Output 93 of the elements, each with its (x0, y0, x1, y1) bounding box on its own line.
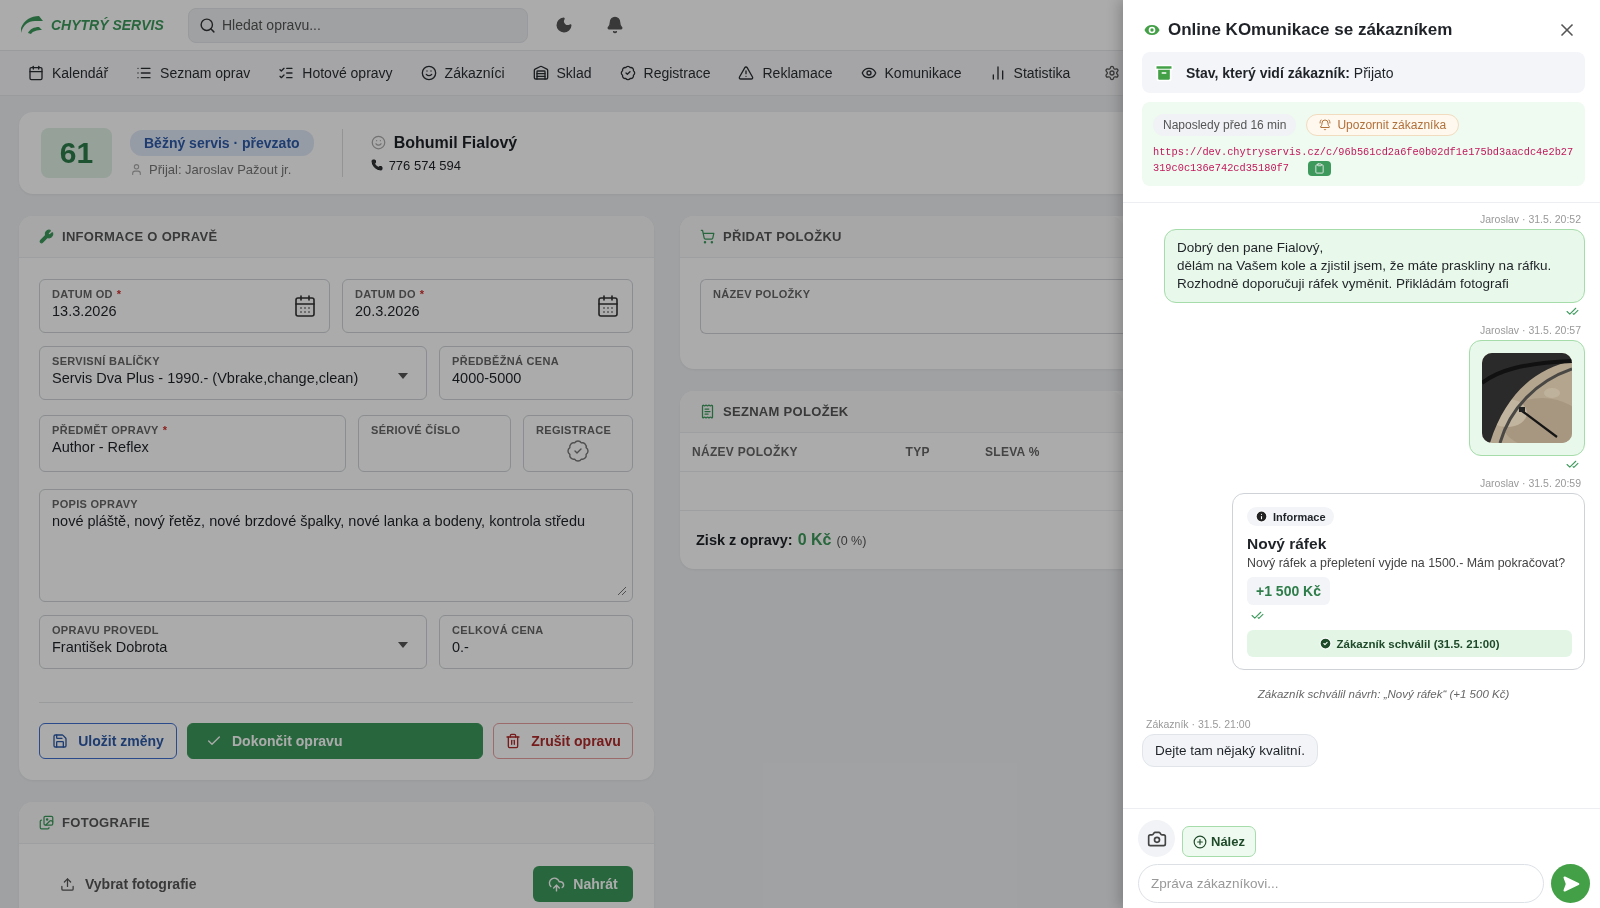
search-icon (199, 16, 216, 34)
send-button[interactable] (1551, 864, 1590, 903)
eye-icon (860, 65, 877, 81)
nav-item[interactable]: Hotové opravy (278, 65, 393, 81)
checklist-icon (278, 65, 295, 81)
avatar-icon (370, 135, 386, 150)
smile-icon (420, 65, 437, 81)
badge-check-icon (565, 439, 591, 463)
approval-banner: Zákazník schválil (31.5. 21:00) (1247, 630, 1572, 657)
cancel-button[interactable]: Zrušit opravu (493, 723, 633, 759)
profit-value: 0 Kč (797, 531, 832, 549)
column-header: NÁZEV POLOŽKY (692, 445, 799, 459)
nav-item[interactable]: Seznam oprav (136, 65, 251, 81)
date-field[interactable]: DATUM DO * 20.3.2026 (342, 279, 633, 333)
notify-button[interactable]: Upozornit zákazníka (1306, 114, 1460, 136)
customer-status: Stav, který vidí zákazník: Přijato (1186, 64, 1394, 81)
nav-item[interactable]: Reklamace (738, 65, 833, 81)
message-meta: Zákazník · 31.5. 21:00 (1146, 718, 1251, 730)
phone-icon (370, 159, 383, 171)
nav-item[interactable]: Kalendář (28, 65, 109, 81)
drawer-title: Online KOmunikace se zákazníkem (1168, 20, 1453, 40)
text-field[interactable]: CELKOVÁ CENA 0.- (439, 615, 633, 669)
text-field[interactable]: SÉRIOVÉ ČÍSLO (358, 415, 511, 472)
caret-icon (398, 373, 408, 379)
list-icon (136, 65, 153, 81)
caret-icon (398, 642, 408, 648)
info-icon (1255, 510, 1268, 523)
warning-icon (738, 65, 755, 81)
warehouse-icon (532, 65, 549, 81)
save-icon (52, 733, 69, 749)
bell-icon (1319, 119, 1332, 131)
nav-item[interactable]: Registrace (619, 65, 711, 81)
phone-number[interactable]: 776 574 594 (388, 157, 461, 173)
message-meta: Jaroslav · 31.5. 20:52 (1480, 213, 1581, 225)
check-circle-icon (1319, 637, 1333, 650)
card-title: SEZNAM POLOŽEK (723, 404, 849, 419)
nav-item[interactable]: Sklad (532, 65, 592, 81)
last-seen-chip: Naposledy před 16 min (1153, 114, 1297, 136)
card-title: INFORMACE O OPRAVĚ (62, 229, 218, 244)
add-photo-button[interactable] (1138, 820, 1175, 857)
cart-icon (700, 229, 715, 244)
cloud-upload-icon (548, 875, 566, 893)
choose-photos-button[interactable]: Vybrat fotografie (54, 875, 203, 893)
order-number: 61 (41, 128, 112, 178)
customer-link[interactable]: https://dev.chytryservis.cz/c/96b561cd2a6fe0b02df1e175bd3aacdc4e2b27319c0c136e742cd35180f7 (1153, 144, 1575, 176)
system-message: Zákazník schválil návrh: „Nový ráfek“ (+1 500 Kč) (1257, 688, 1510, 700)
plus-circle-icon (1193, 834, 1207, 849)
message-meta: Jaroslav · 31.5. 20:57 (1480, 324, 1581, 336)
nav-item[interactable]: Statistika (989, 65, 1071, 81)
save-button[interactable]: Uložit změny (39, 723, 177, 759)
text-field[interactable]: PŘEDMĚT OPRAVY * Author - Reflex (39, 415, 346, 472)
select-field[interactable]: SERVISNÍ BALÍČKY Servis Dva Plus - 1990.- (Vbrake,change,clean) (39, 346, 427, 400)
logo-icon (19, 15, 45, 35)
text-field[interactable]: PŘEDBĚŽNÁ CENA 4000-5000 (439, 346, 633, 400)
profit-percent: (0 %) (836, 534, 867, 548)
resize-grip-icon[interactable] (617, 586, 626, 595)
select-field[interactable]: OPRAVU PROVEDL František Dobrota (39, 615, 427, 669)
message-bubble: Dobrý den pane Fialový, dělám na Vašem kole a zjistil jsem, že máte praskliny na ráfku. Rozhodně doporučuji ráfek vyměnit. Přikládám fotografi (1164, 229, 1585, 303)
received-by: Přijal: Jaroslav Pažout jr. (149, 161, 292, 177)
archive-icon (1154, 62, 1174, 83)
calendar-icon[interactable] (596, 294, 620, 318)
nav-item[interactable]: Komunikace (860, 65, 962, 81)
registration-field[interactable]: REGISTRACE (523, 415, 633, 472)
textarea-field[interactable]: POPIS OPRAVY nové pláště, nový řetěz, nové brzdové špalky, nové lanka a bodeny, kontrola středu (39, 489, 633, 602)
wrench-icon (39, 229, 54, 244)
proposal-title: Nový ráfek (1247, 535, 1327, 553)
proposal-text: Nový ráfek a přepletení vyjde na 1500.- Mám pokračovat? (1247, 556, 1566, 570)
customer-name[interactable]: Bohumil Fialový (393, 133, 518, 152)
clipboard-icon (1314, 163, 1325, 174)
proposal-price: +1 500 Kč (1247, 577, 1330, 605)
card-title: PŘIDAT POLOŽKU (723, 229, 842, 244)
message-bubble: Dejte tam nějaký kvalitní. (1142, 734, 1319, 767)
user-icon (130, 162, 143, 176)
profit-label: Zisk z opravy: (696, 532, 793, 548)
column-header: SLEVA % (984, 445, 1041, 459)
upload-icon (60, 876, 75, 892)
calendar-icon (28, 65, 44, 81)
finding-button[interactable]: Nález (1182, 826, 1256, 857)
images-icon (39, 815, 54, 830)
message-meta: Jaroslav · 31.5. 20:59 (1480, 477, 1581, 489)
status-badge: Běžný servis · převzato (130, 129, 314, 156)
message-input[interactable]: Zpráva zákazníkovi... (1138, 864, 1545, 903)
date-field[interactable]: DATUM OD * 13.3.2026 (39, 279, 330, 333)
calendar-icon[interactable] (293, 294, 317, 318)
badge-check-icon (619, 65, 636, 81)
card-title: FOTOGRAFIE (62, 815, 150, 830)
info-tag: Informace (1247, 507, 1334, 526)
column-header: TYP (905, 445, 931, 459)
receipt-icon (700, 404, 715, 419)
trash-icon (505, 733, 522, 749)
search-field[interactable]: Hledat opravu... (188, 7, 528, 43)
nav-item[interactable]: Zákazníci (420, 65, 505, 81)
send-icon (1561, 874, 1580, 893)
